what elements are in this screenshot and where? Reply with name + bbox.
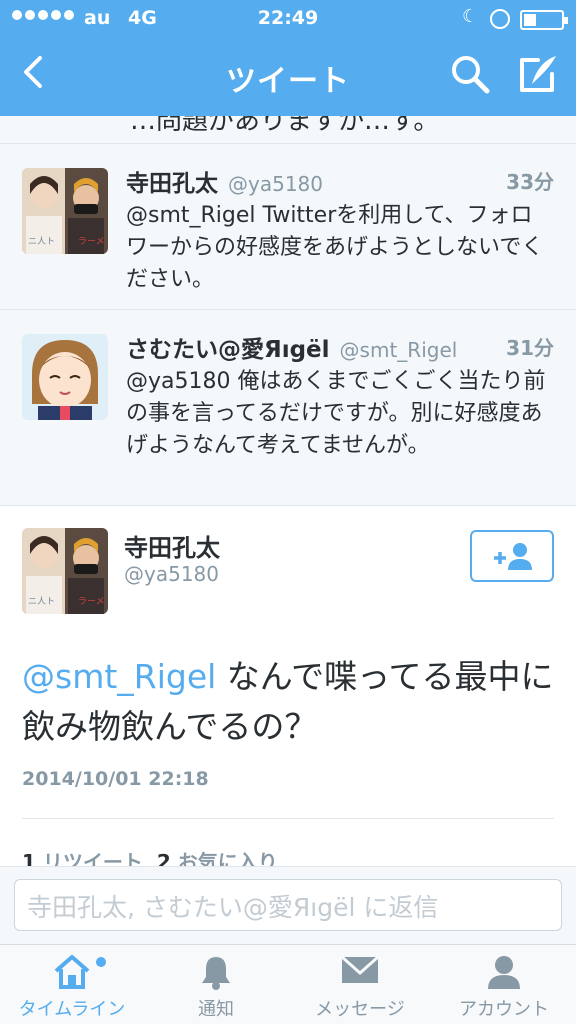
tweet[interactable]: さむたい@愛Яıgël @smt_Rigel 31分 @ya5180 俺はあくまで… <box>0 310 576 506</box>
author-name: さむたい@愛Яıgël <box>126 337 330 363</box>
tab-label: メッセージ <box>315 999 405 1020</box>
author-name[interactable]: 寺田孔太 <box>124 528 220 563</box>
divider <box>22 818 554 819</box>
person-icon <box>488 956 520 989</box>
svg-text:ニ人ト: ニ人ト <box>28 236 55 247</box>
rotation-lock-icon <box>490 9 510 29</box>
svg-text:ニ人ト: ニ人ト <box>28 596 55 607</box>
tweet-text: @ya5180 俺はあくまでごくごく当たり前の事を言ってるだけですが。別に好感度… <box>126 369 546 458</box>
avatar[interactable]: ニ人ト ラーメ <box>22 168 108 254</box>
unread-indicator <box>96 957 106 967</box>
tweet[interactable]: ニ人ト ラーメ 寺田孔太 @ya5180 33分 @smt_Rigel Twitt… <box>0 144 576 310</box>
tab-notifications[interactable]: 通知 <box>144 945 288 1024</box>
svg-text:ラーメ: ラーメ <box>78 596 105 607</box>
tab-timeline[interactable]: タイムライン <box>0 945 144 1024</box>
bell-icon <box>202 957 230 990</box>
reply-bar: 寺田孔太, さむたい@愛Яıgël に返信 <box>0 866 576 944</box>
tab-label: 通知 <box>198 999 234 1020</box>
tweet-body: @smt_Rigel なんで喋ってる最中に飲み物飲んでるの？ <box>22 652 554 752</box>
author-handle: @smt_Rigel <box>339 338 458 362</box>
avatar[interactable]: ニ人ト ラーメ <box>22 528 108 614</box>
tweet-author[interactable]: 寺田孔太 @ya5180 <box>126 164 323 198</box>
battery-icon <box>520 10 568 30</box>
search-icon[interactable] <box>448 52 492 96</box>
moon-icon: ☾ <box>462 6 479 27</box>
tab-bar: タイムライン 通知 メッセージ アカウント <box>0 944 576 1024</box>
tweet-text: @smt_Rigel Twitterを利用して、フォロワーからの好感度をあげよう… <box>126 203 544 292</box>
tab-label: アカウント <box>459 999 549 1020</box>
reply-input[interactable]: 寺田孔太, さむたい@愛Яıgël に返信 <box>14 879 562 931</box>
status-bar: au 4G 22:49 ☾ <box>0 0 576 38</box>
author-name: 寺田孔太 <box>126 171 218 197</box>
tab-account[interactable]: アカウント <box>432 945 576 1024</box>
tweet-author[interactable]: さむたい@愛Яıgël @smt_Rigel <box>126 330 457 364</box>
home-icon <box>54 955 90 989</box>
tab-messages[interactable]: メッセージ <box>288 945 432 1024</box>
navigation-bar: ツイート <box>0 38 576 116</box>
tweet-time: 31分 <box>506 336 554 360</box>
follow-button[interactable] <box>470 530 554 582</box>
previous-tweet-text: …問題がありますか…す。 <box>130 116 440 136</box>
compose-icon[interactable] <box>514 52 562 96</box>
tweet-time: 33分 <box>506 170 554 194</box>
tweet-date: 2014/10/01 22:18 <box>22 768 209 790</box>
mention-link[interactable]: @smt_Rigel <box>22 657 216 696</box>
avatar[interactable] <box>22 334 108 420</box>
author-handle[interactable]: @ya5180 <box>124 562 219 586</box>
top-bar: au 4G 22:49 ☾ ツイート <box>0 0 576 116</box>
focused-tweet: ニ人ト ラーメ 寺田孔太 @ya5180 @smt_Rigel なんで喋ってる最… <box>0 506 576 874</box>
author-handle: @ya5180 <box>228 172 323 196</box>
previous-tweet-fragment: …問題がありますか…す。 <box>0 116 576 144</box>
tab-label: タイムライン <box>18 999 126 1020</box>
svg-text:ラーメ: ラーメ <box>78 236 105 247</box>
envelope-icon <box>341 955 379 983</box>
add-user-icon <box>494 543 532 570</box>
